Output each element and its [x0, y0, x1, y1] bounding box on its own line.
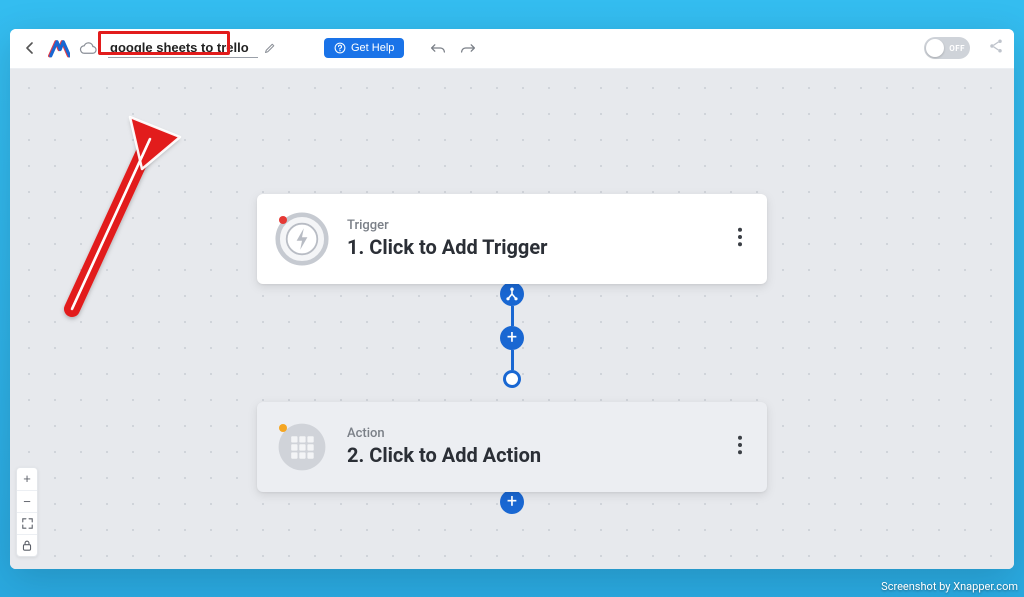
workflow-enable-toggle[interactable]: OFF	[924, 37, 970, 59]
plus-icon: +	[507, 329, 517, 347]
sync-status[interactable]	[78, 38, 98, 58]
trigger-label: Trigger	[347, 218, 731, 233]
workflow-canvas[interactable]: Trigger 1. Click to Add Trigger	[10, 69, 1014, 569]
get-help-button[interactable]: Get Help	[324, 38, 404, 58]
trigger-text: Trigger 1. Click to Add Trigger	[347, 218, 731, 259]
back-button[interactable]	[20, 38, 40, 58]
chevron-left-icon	[25, 42, 35, 54]
arrow-annotation	[50, 109, 190, 329]
workflow-title-input[interactable]	[108, 38, 258, 58]
undo-redo-group	[430, 39, 476, 58]
action-menu-button[interactable]	[731, 429, 749, 465]
route-icon	[504, 286, 520, 302]
cloud-icon	[79, 41, 97, 55]
kebab-icon	[737, 227, 743, 247]
watermark-text: Screenshot by Xnapper.com	[881, 580, 1018, 593]
action-status-dot	[279, 424, 287, 432]
zoom-out-button[interactable]: −	[17, 490, 37, 512]
expand-icon	[22, 518, 33, 529]
action-card[interactable]: Action 2. Click to Add Action	[257, 402, 767, 492]
share-button[interactable]	[988, 38, 1004, 58]
action-icon-wrap	[275, 420, 329, 474]
redo-button[interactable]	[460, 39, 476, 58]
toggle-knob-icon	[926, 39, 944, 57]
workflow-flow: Trigger 1. Click to Add Trigger	[257, 194, 767, 514]
top-bar: Get Help OFF	[10, 29, 1014, 69]
zoom-in-button[interactable]: +	[17, 468, 37, 490]
trigger-menu-button[interactable]	[731, 221, 749, 257]
open-node-button[interactable]	[503, 370, 521, 388]
add-step-button[interactable]: +	[500, 326, 524, 350]
app-window: Get Help OFF	[10, 29, 1014, 569]
plus-icon: +	[507, 493, 517, 511]
app-logo	[48, 37, 70, 59]
workflow-title	[108, 38, 276, 58]
fit-view-button[interactable]	[17, 512, 37, 534]
toggle-state-label: OFF	[949, 44, 965, 53]
minus-icon: −	[23, 494, 31, 509]
route-node-button[interactable]	[500, 282, 524, 306]
action-text: Action 2. Click to Add Action	[347, 426, 731, 467]
edit-title-button[interactable]	[264, 39, 276, 58]
get-help-label: Get Help	[351, 42, 394, 54]
trigger-card[interactable]: Trigger 1. Click to Add Trigger	[257, 194, 767, 284]
zoom-controls: + −	[16, 467, 38, 557]
redo-icon	[460, 42, 476, 54]
connector-1: +	[500, 284, 524, 402]
help-icon	[334, 42, 346, 54]
add-step-end-button[interactable]: +	[500, 490, 524, 514]
pencil-icon	[264, 42, 276, 54]
trigger-title: 1. Click to Add Trigger	[347, 235, 731, 259]
trigger-icon-wrap	[275, 212, 329, 266]
lock-view-button[interactable]	[17, 534, 37, 556]
plus-icon: +	[23, 471, 31, 486]
undo-button[interactable]	[430, 39, 446, 58]
undo-icon	[430, 42, 446, 54]
trigger-status-dot	[279, 216, 287, 224]
action-title: 2. Click to Add Action	[347, 443, 731, 467]
kebab-icon	[737, 435, 743, 455]
share-icon	[988, 38, 1004, 54]
lock-icon	[22, 540, 32, 551]
action-label: Action	[347, 426, 731, 441]
connector-2: +	[500, 492, 524, 514]
logo-icon	[48, 38, 70, 58]
